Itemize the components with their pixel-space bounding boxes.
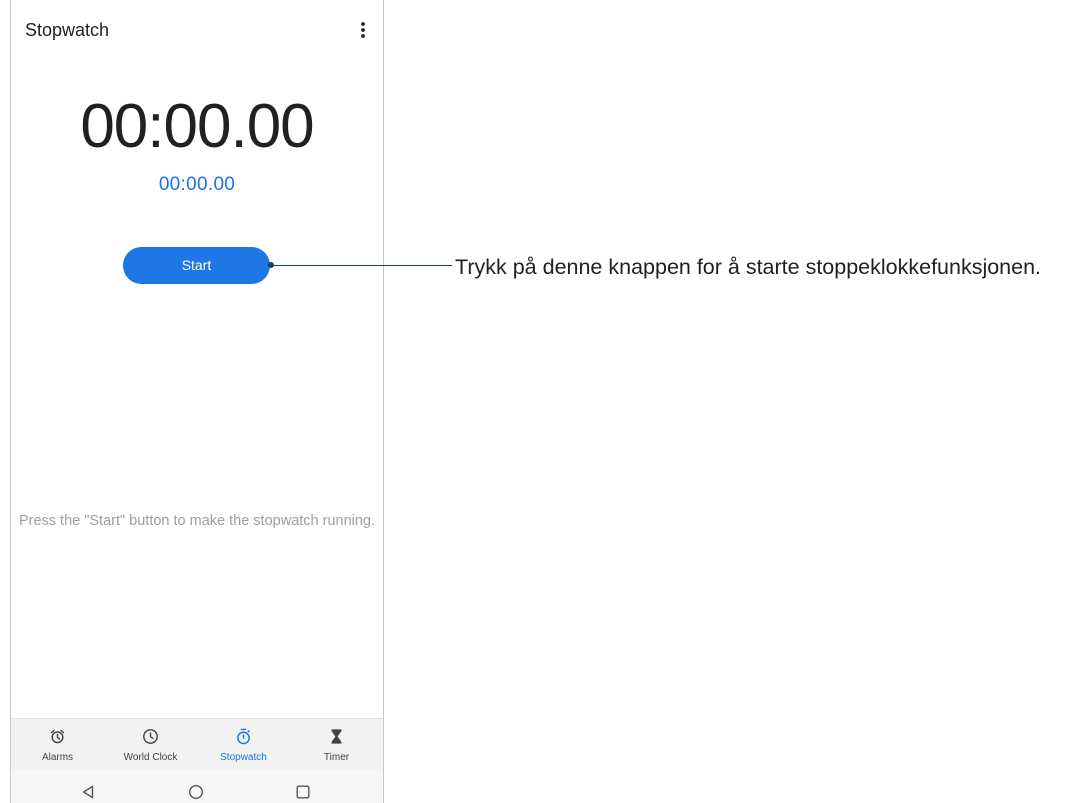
callout-text: Trykk på denne knappen for å starte stop… — [455, 255, 1042, 279]
hint-text: Press the "Start" button to make the sto… — [18, 513, 376, 529]
tab-label: Timer — [323, 752, 350, 763]
world-clock-icon — [143, 729, 158, 744]
tab-label: Alarms — [41, 752, 74, 763]
system-navigation-bar — [11, 770, 383, 803]
tab-timer[interactable]: Timer — [290, 719, 383, 770]
bottom-tab-bar: Alarms World Clock Stopwatch Timer — [11, 718, 383, 770]
tab-alarms[interactable]: Alarms — [11, 719, 104, 770]
phone-screen: Stopwatch 00:00.00 00:00.00 Start Press … — [10, 0, 384, 803]
callout-line — [271, 264, 452, 266]
stopwatch-icon — [237, 728, 250, 745]
page-title: Stopwatch — [25, 20, 110, 40]
elapsed-time-display: 00:00.00 — [80, 92, 314, 161]
back-icon — [82, 785, 94, 799]
callout-dot — [268, 262, 274, 268]
hourglass-icon — [331, 729, 342, 744]
alarm-icon — [50, 729, 65, 744]
back-button[interactable] — [80, 784, 96, 800]
home-button[interactable] — [188, 784, 204, 800]
tab-label: Stopwatch — [220, 752, 267, 763]
home-icon — [188, 784, 204, 800]
tab-label: World Clock — [123, 752, 178, 763]
recents-icon — [296, 785, 310, 799]
more-options-button[interactable] — [356, 20, 370, 40]
start-button[interactable]: Start — [123, 247, 270, 284]
recents-button[interactable] — [295, 784, 311, 800]
lap-time-display: 00:00.00 — [158, 174, 236, 195]
tab-stopwatch[interactable]: Stopwatch — [197, 719, 290, 770]
more-vert-icon — [361, 22, 365, 38]
tab-world-clock[interactable]: World Clock — [104, 719, 197, 770]
